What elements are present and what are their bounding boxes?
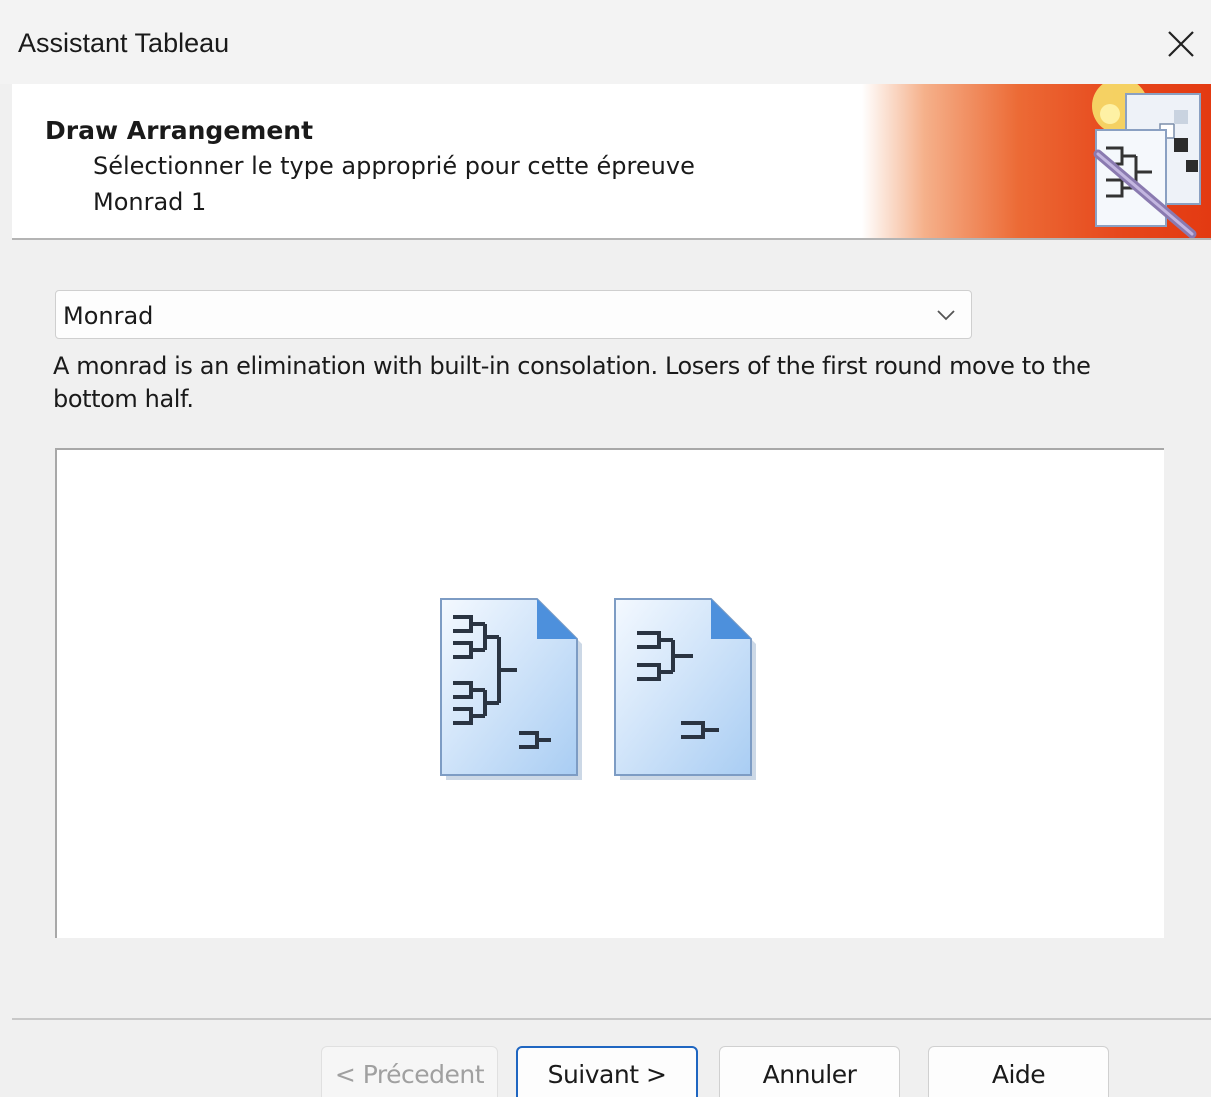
draw-type-description: A monrad is an elimination with built-in… bbox=[53, 352, 1091, 413]
draw-preview-panel bbox=[55, 448, 1164, 938]
help-button[interactable]: Aide bbox=[928, 1046, 1109, 1097]
draw-type-select[interactable]: Monrad bbox=[55, 290, 972, 339]
preview-icons bbox=[437, 595, 767, 799]
close-button[interactable] bbox=[1160, 22, 1204, 66]
next-button[interactable]: Suivant > bbox=[516, 1046, 698, 1097]
main-draw-bracket-icon bbox=[440, 598, 582, 780]
header-separator bbox=[12, 238, 1211, 240]
title-bar: Assistant Tableau bbox=[0, 0, 1211, 84]
wizard-header: Draw Arrangement Sélectionner le type ap… bbox=[12, 84, 1211, 238]
draw-type-selected-value: Monrad bbox=[63, 302, 154, 330]
consolation-bracket-icon bbox=[614, 598, 756, 780]
header-title: Draw Arrangement bbox=[45, 116, 314, 145]
header-subtitle: Sélectionner le type approprié pour cett… bbox=[93, 152, 695, 180]
window-title: Assistant Tableau bbox=[18, 28, 230, 58]
previous-button[interactable]: < Précedent bbox=[321, 1046, 498, 1097]
draw-wizard-icon bbox=[1062, 84, 1211, 238]
footer-separator bbox=[12, 1018, 1211, 1020]
wizard-window: Assistant Tableau Draw Arrangement Sélec… bbox=[0, 0, 1211, 1097]
chevron-down-icon bbox=[935, 307, 957, 326]
cancel-button[interactable]: Annuler bbox=[719, 1046, 900, 1097]
header-event-name: Monrad 1 bbox=[93, 188, 207, 216]
close-icon bbox=[1168, 31, 1194, 57]
